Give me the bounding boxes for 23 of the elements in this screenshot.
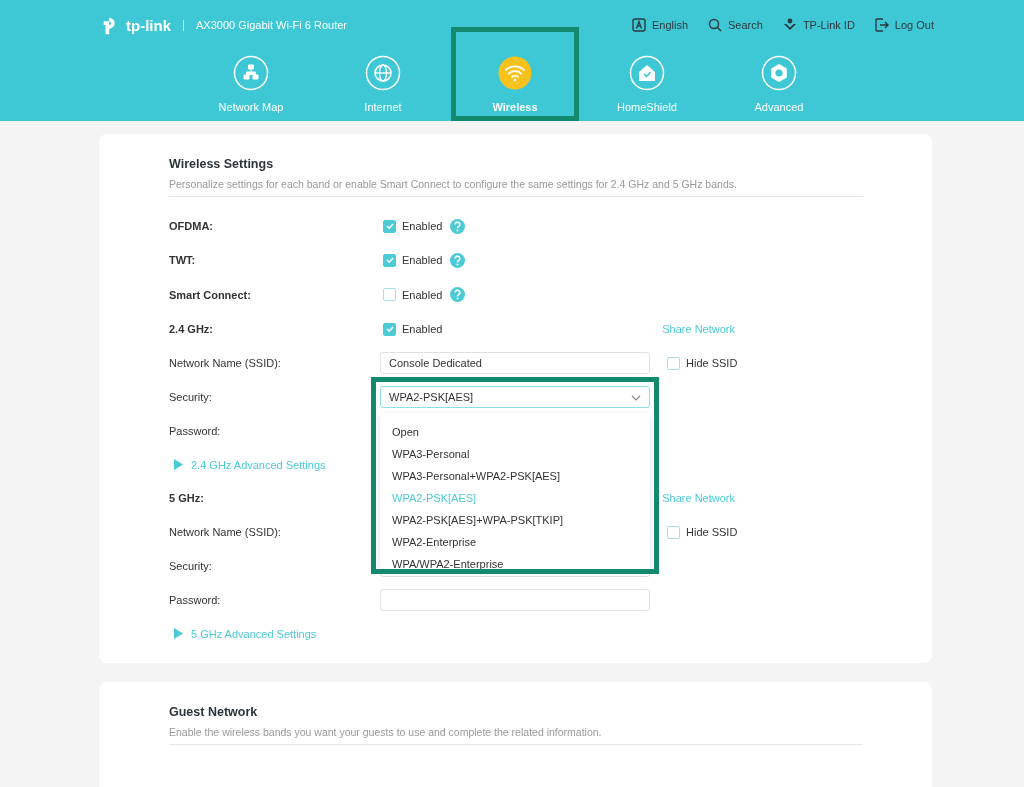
section-title: Guest Network xyxy=(169,705,259,720)
section-description: Enable the wireless bands you want your guests to use and complete the related information. xyxy=(169,726,603,739)
field-label: Smart Connect: xyxy=(169,288,252,301)
logo-text: tp-link xyxy=(126,16,171,34)
checkbox-label: Enabled xyxy=(402,254,443,267)
checkbox-label: Hide SSID xyxy=(686,357,738,370)
field-label: Password: xyxy=(169,425,222,438)
field-label: Security: xyxy=(169,391,213,404)
field-label: 2.4 GHz: xyxy=(169,323,214,336)
checkbox-label: Enabled xyxy=(402,220,443,233)
checkbox-label: Enabled xyxy=(402,323,443,336)
field-label: OFDMA: xyxy=(169,220,214,233)
product-name: AX3000 Gigabit Wi-Fi 6 Router xyxy=(196,19,347,31)
field-label: Network Name (SSID): xyxy=(169,357,282,370)
checkbox-label: Enabled xyxy=(402,288,443,301)
section-title: Wireless Settings xyxy=(169,157,275,171)
field-label: TWT: xyxy=(169,254,197,267)
section-description: Personalize settings for each band or enable Smart Connect to configure the same settings for 2.4 GHz and 5 GHz bands. xyxy=(169,178,738,190)
checkbox-label: Hide SSID xyxy=(686,526,738,539)
field-label: Network Name (SSID): xyxy=(169,526,282,539)
field-label: 5 GHz: xyxy=(169,492,205,505)
field-label: Password: xyxy=(169,594,222,607)
field-label: Security: xyxy=(169,560,213,573)
